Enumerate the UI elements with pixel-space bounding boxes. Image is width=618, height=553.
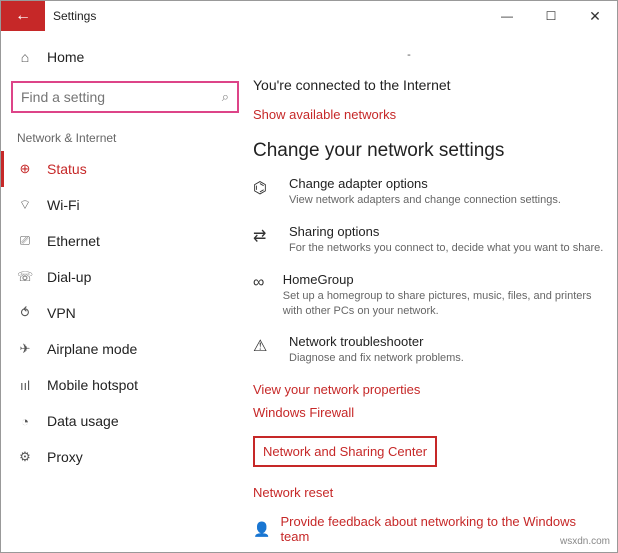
sidebar-home[interactable]: ⌂ Home — [1, 41, 249, 73]
option-desc: Set up a homegroup to share pictures, mu… — [283, 289, 605, 319]
sharing-options[interactable]: ⇄ Sharing options For the networks you c… — [253, 224, 605, 256]
arrow-left-icon: ← — [15, 7, 31, 25]
sidebar-item-label: Mobile hotspot — [47, 377, 138, 393]
network-and-sharing-center-link[interactable]: Network and Sharing Center — [253, 436, 437, 467]
watermark-text: wsxdn.com — [560, 536, 610, 547]
network-troubleshooter[interactable]: ⚠ Network troubleshooter Diagnose and fi… — [253, 334, 605, 366]
wifi-icon: ⌔ — [17, 197, 33, 213]
sidebar-item-label: Airplane mode — [47, 341, 137, 357]
option-desc: Diagnose and fix network problems. — [289, 351, 464, 366]
ethernet-icon: ⎚ — [17, 233, 33, 249]
sidebar-item-wifi[interactable]: ⌔ Wi-Fi — [1, 187, 249, 223]
change-adapter-options[interactable]: ⌬ Change adapter options View network ad… — [253, 176, 605, 208]
proxy-icon: ⚙ — [17, 449, 33, 465]
maximize-button[interactable]: ☐ — [529, 1, 573, 31]
homegroup-icon: ∞ — [253, 272, 267, 319]
minimize-button[interactable]: — — [485, 1, 529, 31]
airplane-icon: ✈ — [17, 341, 33, 357]
homegroup-option[interactable]: ∞ HomeGroup Set up a homegroup to share … — [253, 272, 605, 319]
sidebar: ⌂ Home ⌕ Network & Internet ⊕ Status ⌔ W… — [1, 31, 249, 552]
sidebar-item-dialup[interactable]: ☏ Dial-up — [1, 259, 249, 295]
sidebar-item-vpn[interactable]: ⥀ VPN — [1, 295, 249, 331]
sidebar-item-ethernet[interactable]: ⎚ Ethernet — [1, 223, 249, 259]
option-title: Change adapter options — [289, 176, 561, 191]
home-icon: ⌂ — [17, 49, 33, 65]
status-icon: ⊕ — [17, 161, 33, 177]
search-input[interactable] — [21, 89, 222, 105]
option-title: Sharing options — [289, 224, 603, 239]
show-available-networks-link[interactable]: Show available networks — [253, 107, 605, 122]
sidebar-item-label: Wi-Fi — [47, 197, 80, 213]
feedback-text: Provide feedback about networking to the… — [280, 514, 605, 544]
option-desc: View network adapters and change connect… — [289, 193, 561, 208]
adapter-icon: ⌬ — [253, 176, 273, 208]
sidebar-item-airplane[interactable]: ✈ Airplane mode — [1, 331, 249, 367]
main-content: - You're connected to the Internet Show … — [249, 31, 617, 552]
feedback-icon: 👤 — [253, 521, 270, 538]
collapsed-indicator: - — [253, 49, 605, 61]
dialup-icon: ☏ — [17, 269, 33, 285]
change-settings-heading: Change your network settings — [253, 140, 605, 162]
sidebar-item-label: Status — [47, 161, 87, 177]
hotspot-icon: ııl — [17, 378, 33, 393]
sidebar-item-label: Data usage — [47, 413, 119, 429]
sidebar-item-datausage[interactable]: ◔ Data usage — [1, 403, 249, 439]
option-title: Network troubleshooter — [289, 334, 464, 349]
sidebar-item-hotspot[interactable]: ııl Mobile hotspot — [1, 367, 249, 403]
close-button[interactable]: ✕ — [573, 1, 617, 31]
windows-firewall-link[interactable]: Windows Firewall — [253, 405, 605, 420]
view-network-properties-link[interactable]: View your network properties — [253, 382, 605, 397]
sidebar-item-status[interactable]: ⊕ Status — [1, 151, 249, 187]
troubleshoot-icon: ⚠ — [253, 334, 273, 366]
search-box[interactable]: ⌕ — [11, 81, 239, 113]
sidebar-item-proxy[interactable]: ⚙ Proxy — [1, 439, 249, 475]
network-reset-link[interactable]: Network reset — [253, 485, 605, 500]
connection-status-text: You're connected to the Internet — [253, 77, 605, 93]
sharing-icon: ⇄ — [253, 224, 273, 256]
option-title: HomeGroup — [283, 272, 605, 287]
sidebar-item-label: Proxy — [47, 449, 83, 465]
search-icon: ⌕ — [222, 89, 229, 105]
sidebar-item-label: Dial-up — [47, 269, 91, 285]
feedback-link[interactable]: 👤 Provide feedback about networking to t… — [253, 514, 605, 544]
vpn-icon: ⥀ — [17, 305, 33, 321]
window-title: Settings — [45, 1, 485, 31]
back-button[interactable]: ← — [1, 1, 45, 31]
sidebar-item-label: Ethernet — [47, 233, 100, 249]
sidebar-section-label: Network & Internet — [1, 117, 249, 151]
data-usage-icon: ◔ — [17, 414, 33, 429]
sidebar-item-label: VPN — [47, 305, 76, 321]
option-desc: For the networks you connect to, decide … — [289, 241, 603, 256]
sidebar-home-label: Home — [47, 49, 84, 65]
